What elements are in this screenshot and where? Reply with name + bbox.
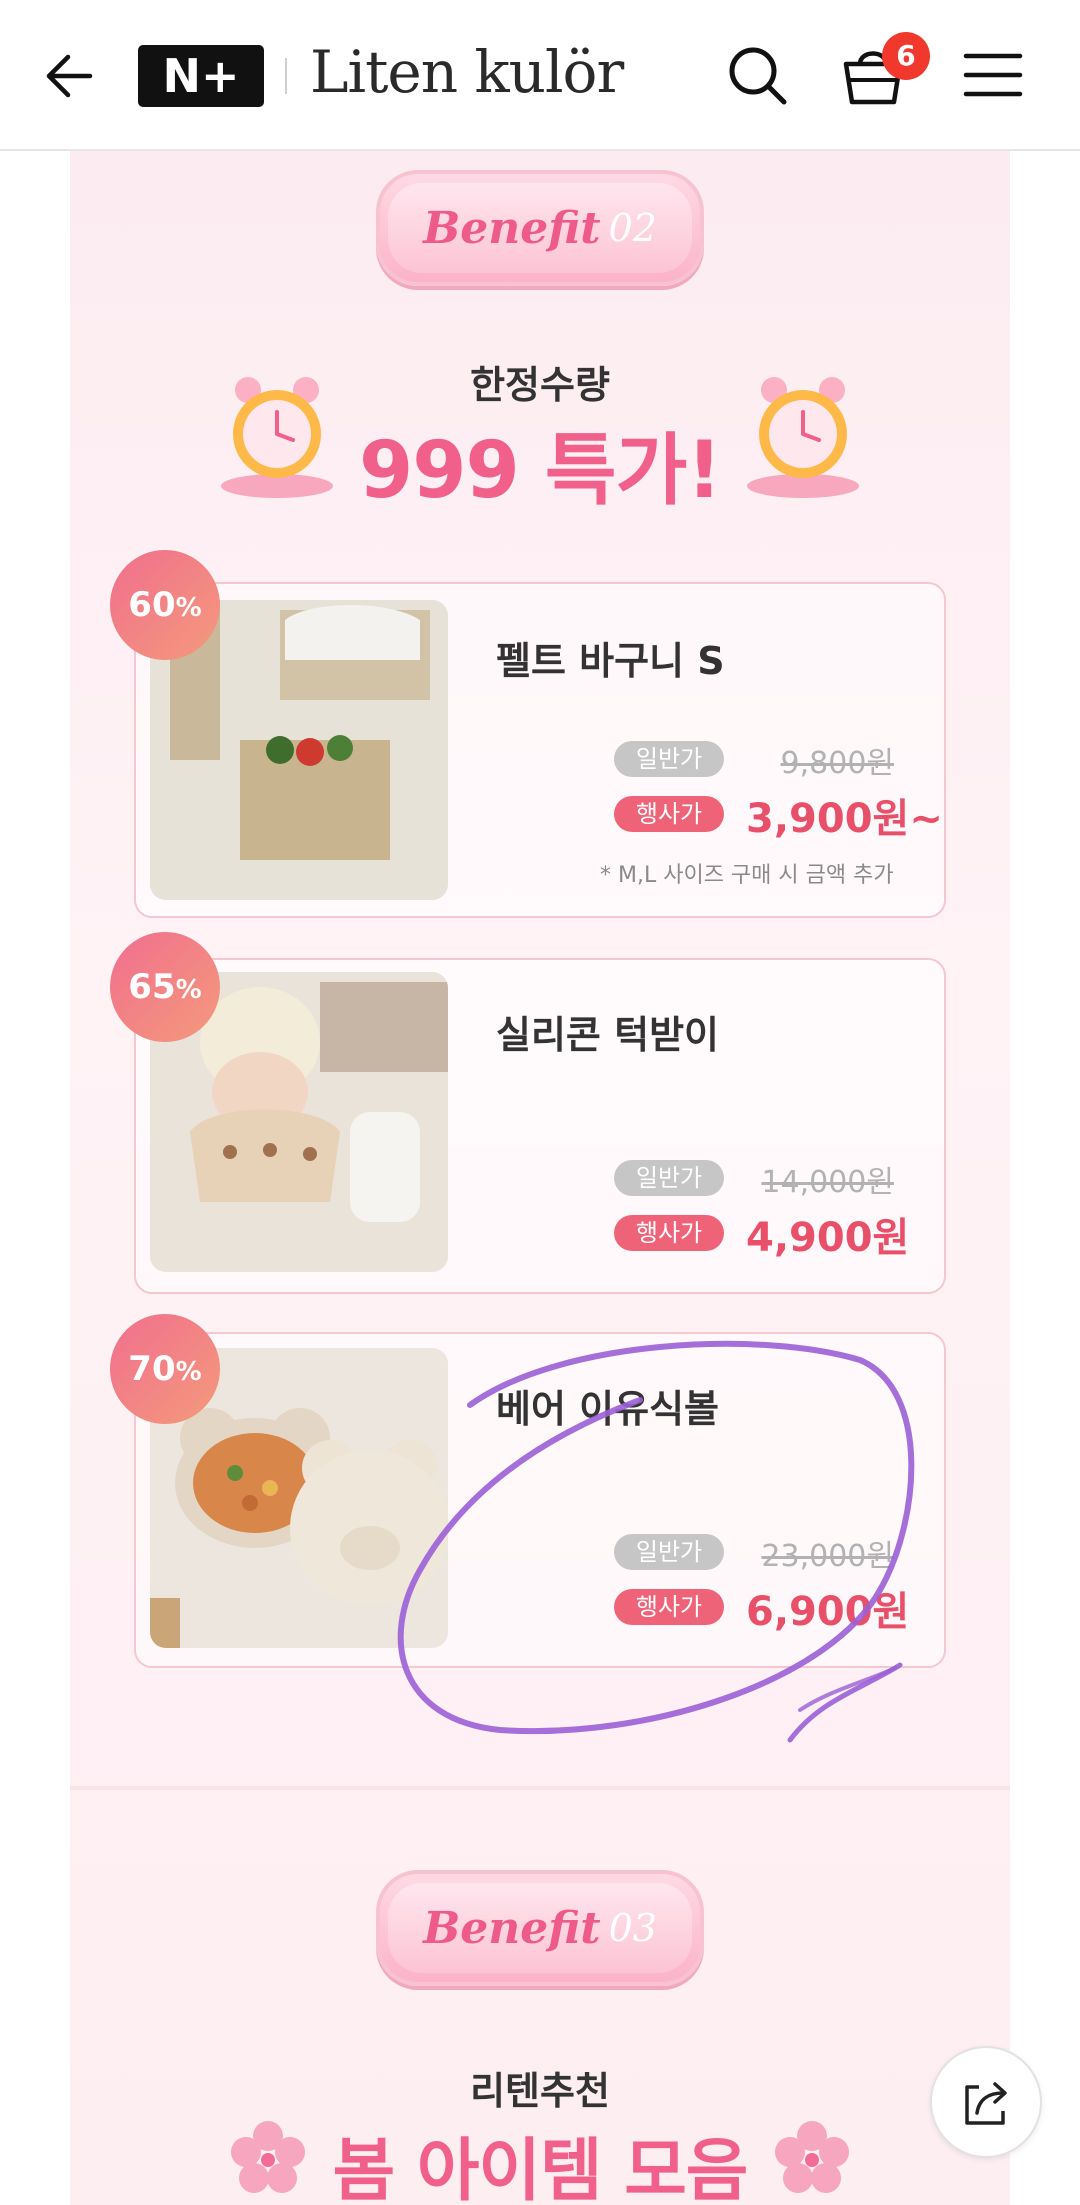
discount-value: 70 (128, 1349, 176, 1389)
alarm-clock-icon (747, 377, 859, 498)
benefit-02-ribbon-inner: Benefit 02 (388, 183, 692, 273)
regular-price: 14,000원 (761, 1165, 894, 1200)
n-plus-logo-text: N+ (162, 49, 240, 103)
sale-price: 6,900원 (746, 1589, 910, 1635)
logo-divider (285, 58, 287, 94)
share-button[interactable] (930, 2046, 1042, 2158)
back-arrow-icon[interactable] (40, 45, 102, 107)
benefit-number: 02 (608, 206, 657, 250)
share-icon (965, 2082, 1007, 2125)
discount-value: 60 (128, 585, 176, 625)
sale-price: 3,900원~ (746, 796, 943, 842)
benefit-word: Benefit (423, 1902, 601, 1954)
regular-price: 23,000원 (761, 1539, 894, 1574)
brand-name[interactable]: Liten kulör (310, 38, 624, 106)
benefit-02-headline: 999 특가! (358, 426, 722, 516)
sale-price-label: 행사가 (614, 1589, 724, 1625)
n-plus-logo[interactable]: N+ (138, 45, 264, 107)
cherry-blossom-icon (231, 2121, 305, 2193)
benefit-03-ribbon: Benefit 03 (376, 1870, 704, 1986)
benefit-word: Benefit (423, 202, 601, 254)
discount-badge: 60% (110, 550, 220, 660)
discount-badge: 65% (110, 932, 220, 1042)
benefit-02-ribbon: Benefit 02 (376, 170, 704, 286)
top-header: N+ Liten kulör 6 (0, 0, 1080, 151)
cart-count-badge: 6 (882, 32, 930, 80)
benefit-03-ribbon-inner: Benefit 03 (388, 1883, 692, 1973)
product-name[interactable]: 펠트 바구니 S (496, 630, 725, 685)
benefit-02-subtitle: 한정수량 (470, 363, 610, 407)
product-name[interactable]: 실리콘 턱받이 (496, 1004, 719, 1059)
regular-price: 9,800원 (780, 746, 894, 781)
benefit-03-headline: 봄 아이템 모음 (332, 2132, 749, 2205)
cherry-blossom-icon (775, 2121, 849, 2193)
discount-badge: 70% (110, 1314, 220, 1424)
size-note: * M,L 사이즈 구매 시 금액 추가 (600, 863, 894, 888)
alarm-clock-icon (221, 377, 333, 498)
sale-price: 4,900원 (746, 1215, 910, 1261)
benefit-03-subtitle: 리텐추천 (470, 2069, 610, 2113)
product-name[interactable]: 베어 이유식볼 (496, 1378, 719, 1433)
hamburger-menu-icon[interactable] (962, 46, 1024, 104)
discount-value: 65 (128, 967, 176, 1007)
sale-price-label: 행사가 (614, 796, 724, 832)
sale-price-label: 행사가 (614, 1215, 724, 1251)
search-icon[interactable] (722, 40, 792, 110)
benefit-number: 03 (608, 1906, 657, 1950)
section-divider (70, 1786, 1010, 1790)
